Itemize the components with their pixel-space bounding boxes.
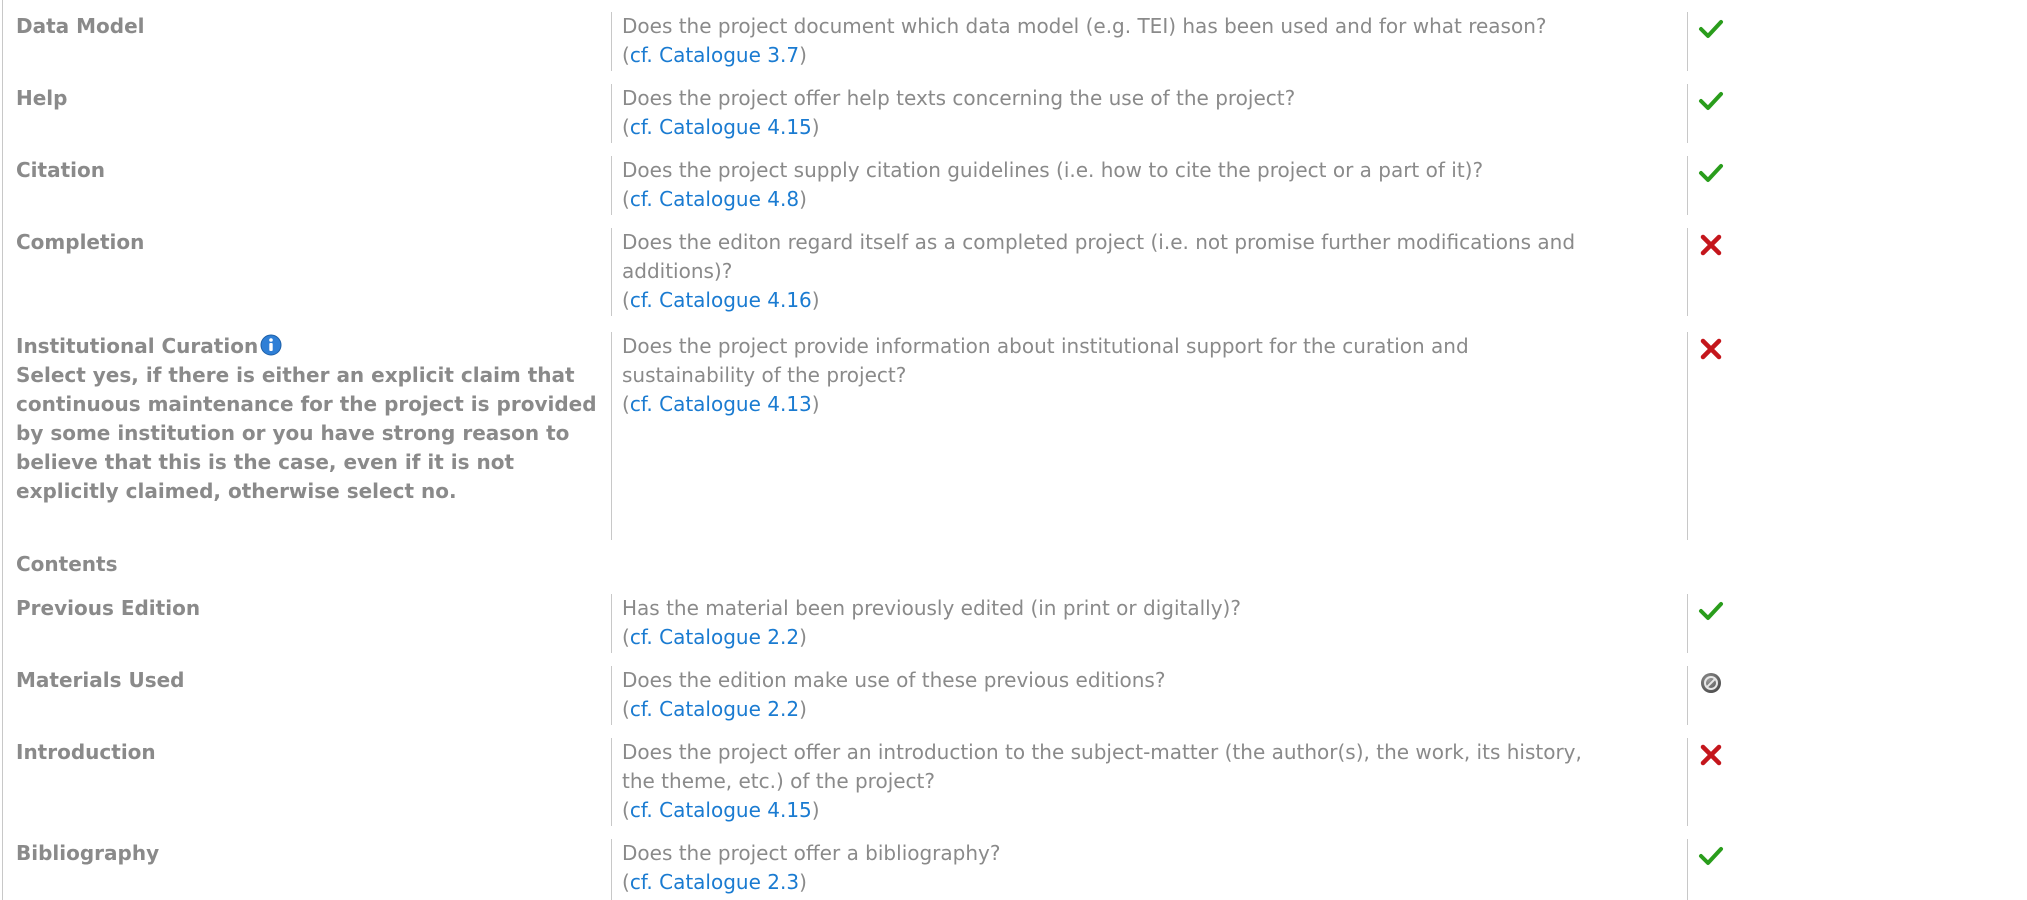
catalogue-reference: (cf. Catalogue 3.7) [622, 43, 807, 67]
check-icon [1699, 92, 1723, 110]
criterion-label: Materials Used [16, 666, 598, 695]
criterion-name: Data Model [16, 14, 145, 38]
question-cell: Has the material been previously edited … [622, 594, 1674, 652]
check-icon [1699, 602, 1723, 620]
criterion-label: Introduction [16, 738, 598, 767]
column-divider [1687, 594, 1688, 653]
column-divider [611, 332, 612, 540]
catalogue-reference: (cf. Catalogue 4.13) [622, 392, 820, 416]
check-icon [1699, 847, 1723, 865]
catalogue-link[interactable]: cf. Catalogue 4.13 [630, 392, 812, 416]
table-row: Completion Does the editon regard itself… [0, 228, 2027, 316]
catalogue-reference: (cf. Catalogue 2.2) [622, 697, 807, 721]
catalogue-reference: (cf. Catalogue 4.16) [622, 288, 820, 312]
section-heading: Contents [16, 552, 118, 576]
table-row: Materials Used Does the edition make use… [0, 666, 2027, 725]
criterion-name: Bibliography [16, 841, 160, 865]
question-text: Does the edition make use of these previ… [622, 668, 1166, 692]
criterion-name: Help [16, 86, 68, 110]
catalogue-link[interactable]: cf. Catalogue 4.15 [630, 798, 812, 822]
criterion-label: Bibliography [16, 839, 598, 868]
column-divider [1687, 738, 1688, 826]
criterion-name: Materials Used [16, 668, 185, 692]
catalogue-reference: (cf. Catalogue 4.8) [622, 187, 807, 211]
criterion-label: Data Model [16, 12, 598, 41]
question-cell: Does the project provide information abo… [622, 332, 1674, 419]
check-icon [1699, 164, 1723, 182]
catalogue-link[interactable]: cf. Catalogue 2.2 [630, 697, 799, 721]
cross-icon [1700, 234, 1722, 256]
check-icon [1699, 20, 1723, 38]
question-cell: Does the project document which data mod… [622, 12, 1674, 70]
table-row: Bibliography Does the project offer a bi… [0, 839, 2027, 900]
table-row: Institutional Curation Select yes, if th… [0, 332, 2027, 540]
section-row: Contents [0, 550, 2027, 580]
question-text: Does the project offer a bibliography? [622, 841, 1001, 865]
catalogue-reference: (cf. Catalogue 4.15) [622, 798, 820, 822]
question-cell: Does the project supply citation guideli… [622, 156, 1674, 214]
catalogue-reference: (cf. Catalogue 2.2) [622, 625, 807, 649]
criterion-label: Completion [16, 228, 598, 257]
column-divider [611, 156, 612, 215]
question-text: Does the project offer an introduction t… [622, 740, 1582, 764]
criterion-name: Previous Edition [16, 596, 201, 620]
criteria-table: Data Model Does the project document whi… [0, 0, 2027, 900]
question-cell: Does the project offer a bibliography? (… [622, 839, 1674, 897]
column-divider [611, 666, 612, 725]
question-text: Does the project supply citation guideli… [622, 158, 1484, 182]
column-divider [1687, 332, 1688, 540]
question-text: sustainability of the project? [622, 363, 907, 387]
question-text: Has the material been previously edited … [622, 596, 1241, 620]
cross-icon [1700, 338, 1722, 360]
question-text: Does the project document which data mod… [622, 14, 1547, 38]
cross-icon [1700, 744, 1722, 766]
column-divider [611, 839, 612, 900]
question-text: Does the project offer help texts concer… [622, 86, 1296, 110]
catalogue-link[interactable]: cf. Catalogue 3.7 [630, 43, 799, 67]
column-divider [611, 12, 612, 71]
catalogue-link[interactable]: cf. Catalogue 2.3 [630, 870, 799, 894]
question-cell: Does the project offer help texts concer… [622, 84, 1674, 142]
column-divider [1687, 84, 1688, 143]
catalogue-reference: (cf. Catalogue 4.15) [622, 115, 820, 139]
table-row: Help Does the project offer help texts c… [0, 84, 2027, 143]
column-divider [1687, 12, 1688, 71]
column-divider [611, 228, 612, 316]
question-text: additions)? [622, 259, 733, 283]
table-row: Data Model Does the project document whi… [0, 12, 2027, 71]
column-divider [1687, 839, 1688, 900]
question-cell: Does the edition make use of these previ… [622, 666, 1674, 724]
criterion-name: Institutional Curation [16, 334, 259, 358]
catalogue-reference: (cf. Catalogue 2.3) [622, 870, 807, 894]
question-text: the theme, etc.) of the project? [622, 769, 936, 793]
criterion-label: Previous Edition [16, 594, 598, 623]
criterion-hint: Select yes, if there is either an explic… [16, 363, 597, 503]
catalogue-link[interactable]: cf. Catalogue 4.15 [630, 115, 812, 139]
criterion-name: Introduction [16, 740, 156, 764]
criterion-label: Citation [16, 156, 598, 185]
question-cell: Does the project offer an introduction t… [622, 738, 1674, 825]
catalogue-link[interactable]: cf. Catalogue 2.2 [630, 625, 799, 649]
table-row: Previous Edition Has the material been p… [0, 594, 2027, 653]
question-cell: Does the editon regard itself as a compl… [622, 228, 1674, 315]
column-divider [1687, 156, 1688, 215]
table-row: Citation Does the project supply citatio… [0, 156, 2027, 215]
info-icon[interactable] [260, 334, 282, 356]
column-divider [1687, 666, 1688, 725]
table-row: Introduction Does the project offer an i… [0, 738, 2027, 826]
column-divider [1687, 228, 1688, 316]
question-text: Does the project provide information abo… [622, 334, 1469, 358]
criterion-label: Help [16, 84, 598, 113]
criterion-label: Institutional Curation Select yes, if th… [16, 332, 598, 506]
catalogue-link[interactable]: cf. Catalogue 4.8 [630, 187, 799, 211]
criterion-name: Completion [16, 230, 145, 254]
not-applicable-icon [1701, 673, 1721, 693]
column-divider [611, 738, 612, 826]
catalogue-link[interactable]: cf. Catalogue 4.16 [630, 288, 812, 312]
criterion-name: Citation [16, 158, 105, 182]
column-divider [611, 594, 612, 653]
question-text: Does the editon regard itself as a compl… [622, 230, 1576, 254]
column-divider [611, 84, 612, 143]
